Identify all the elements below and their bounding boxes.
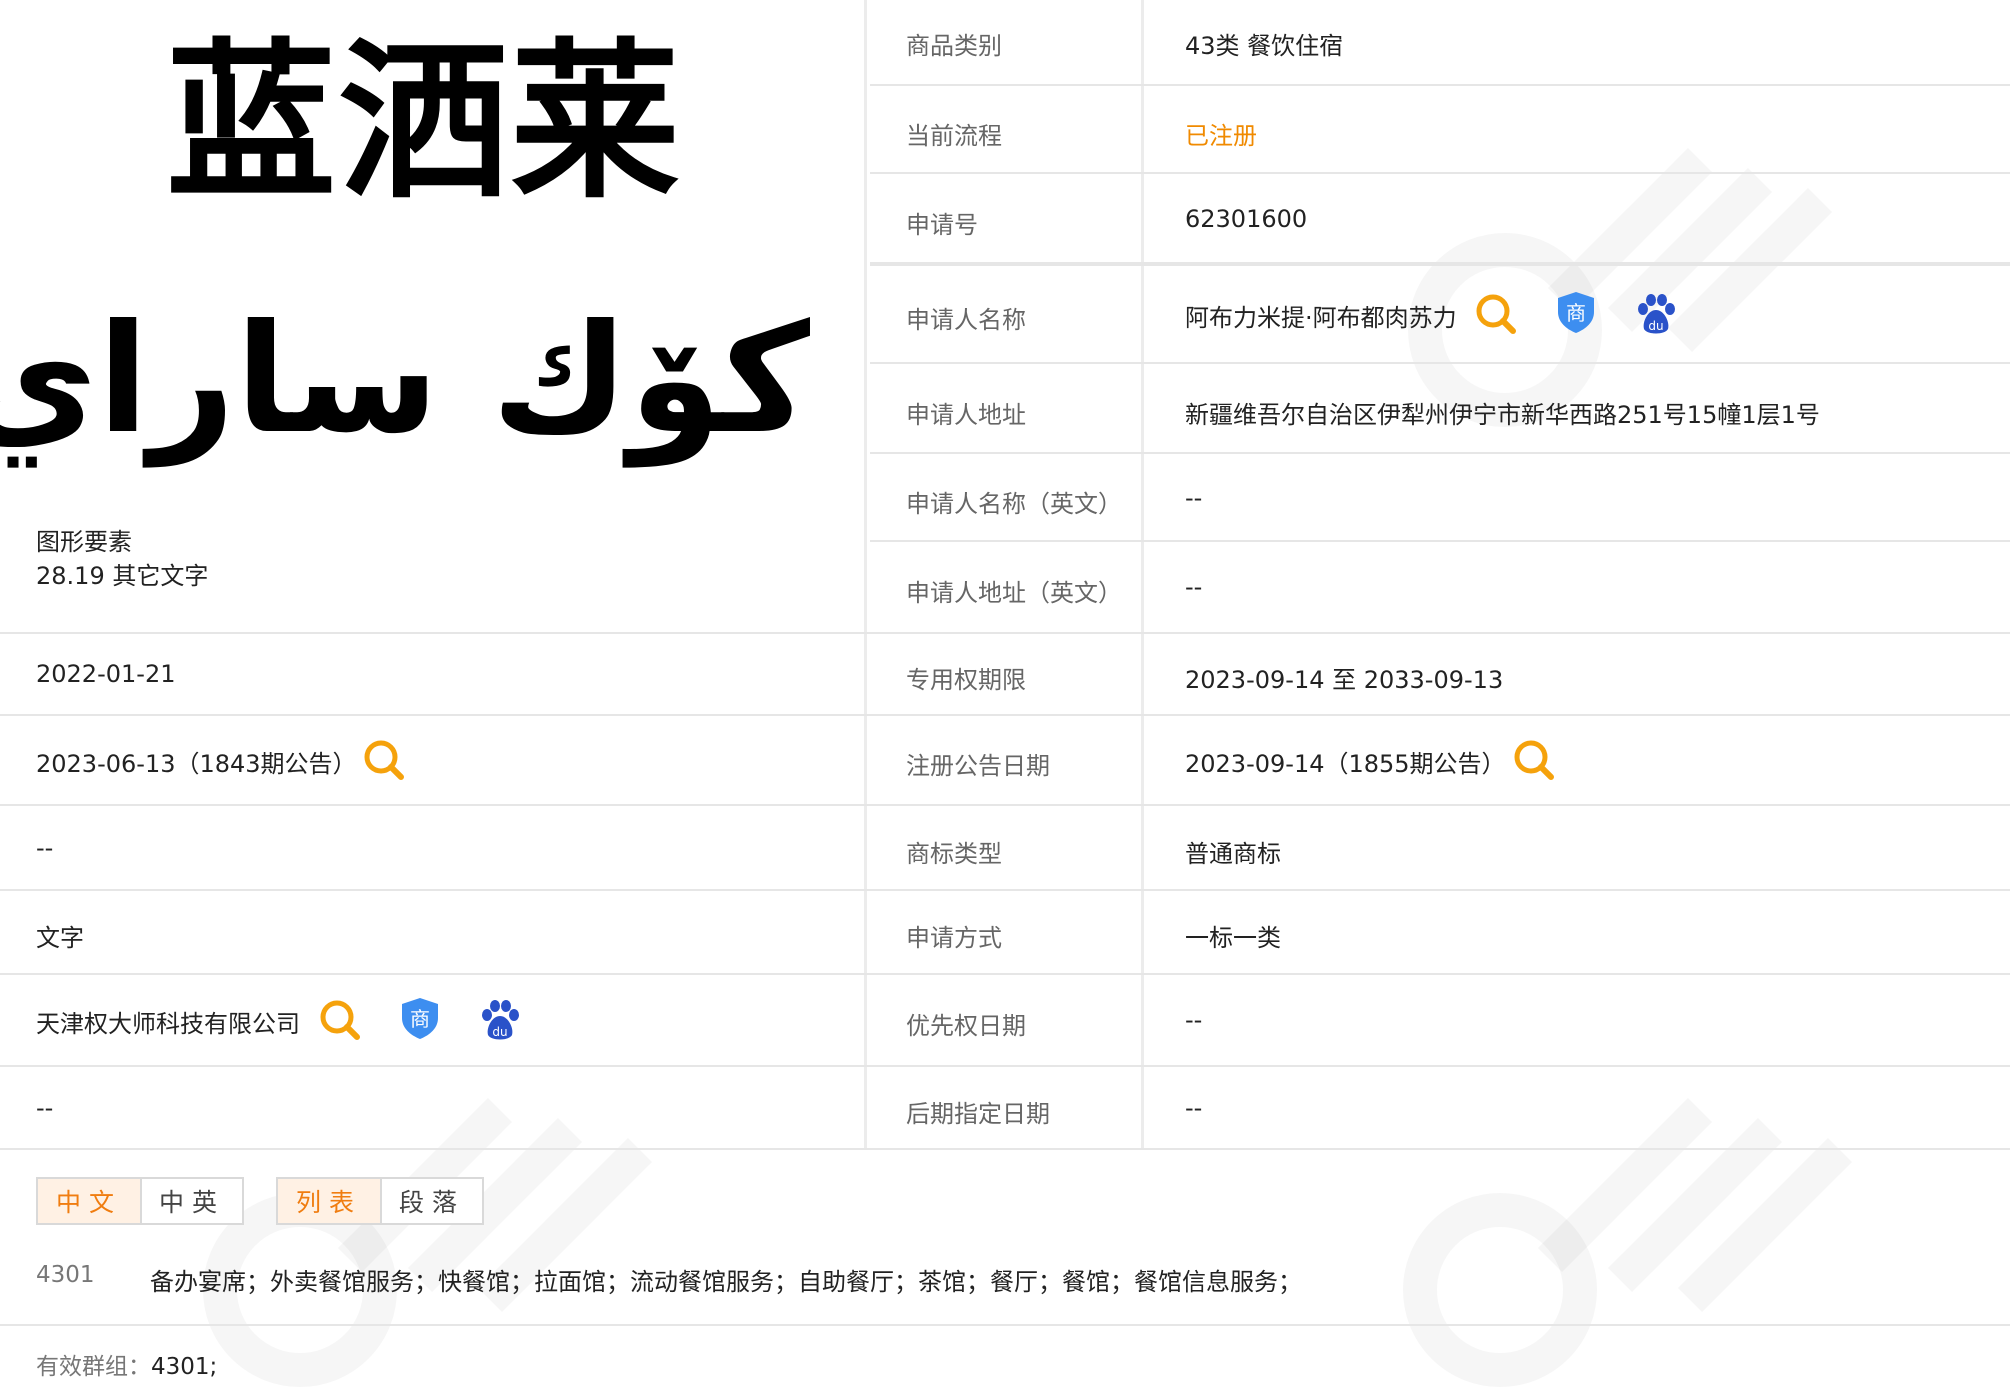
label-priority-date: 优先权日期 (906, 1012, 1026, 1040)
label-applicant-name: 申请人名称 (906, 306, 1026, 334)
goods-group-code: 4301 (36, 1262, 95, 1288)
row-divider (0, 973, 2010, 975)
baidu-paw-icon[interactable]: du (1634, 292, 1678, 336)
svg-text:商: 商 (1566, 301, 1586, 325)
tab-chinese-english[interactable]: 中英 (140, 1177, 244, 1225)
svg-text:du: du (492, 1025, 507, 1039)
row-divider (0, 1065, 2010, 1067)
trademark-image-chinese: 蓝洒莱 (166, 24, 683, 222)
value-applicant-name-en: -- (1185, 484, 1203, 512)
label-goods-class: 商品类别 (906, 32, 1002, 60)
row-divider (0, 889, 2010, 891)
trademark-form: 文字 (36, 924, 84, 952)
status-badge: 已注册 (1185, 122, 1257, 150)
tab-list-view[interactable]: 列表 (276, 1177, 382, 1225)
value-application-number: 62301600 (1185, 205, 1308, 233)
search-icon[interactable] (362, 738, 406, 782)
label-applicant-address: 申请人地址 (906, 401, 1026, 429)
label-applicant-address-en: 申请人地址（英文） (906, 579, 1122, 607)
value-applicant-name[interactable]: 阿布力米提·阿布都肉苏力 (1185, 298, 1457, 333)
row-divider (870, 540, 2010, 542)
row-divider (870, 172, 2010, 174)
label-trademark-type: 商标类型 (906, 840, 1002, 868)
value-registration-announcement: 2023-09-14（1855期公告） (1185, 750, 1506, 778)
tab-chinese[interactable]: 中文 (36, 1177, 142, 1225)
label-exclusive-right-period: 专用权期限 (906, 666, 1026, 694)
column-divider (864, 0, 867, 1150)
value-trademark-type: 普通商标 (1185, 840, 1281, 868)
row-divider (870, 84, 2010, 86)
label-registration-announcement: 注册公告日期 (906, 752, 1050, 780)
value-applicant-address-en: -- (1185, 573, 1203, 601)
valid-group: 有效群组：4301; (36, 1347, 217, 1381)
value-later-designation-date: -- (1185, 1094, 1203, 1122)
value-exclusive-right-period: 2023-09-14 至 2033-09-13 (1185, 666, 1504, 694)
agency-name[interactable]: 天津权大师科技有限公司 (36, 1004, 300, 1039)
international-registration-date: -- (36, 834, 54, 862)
preliminary-announcement: 2023-06-13（1843期公告） (36, 750, 357, 778)
row-divider (870, 362, 2010, 364)
label-applicant-name-en: 申请人名称（英文） (906, 490, 1122, 518)
value-application-method: 一标一类 (1185, 924, 1281, 952)
row-divider (870, 452, 2010, 454)
search-icon[interactable] (1474, 292, 1518, 336)
row-divider (0, 1324, 2010, 1326)
valid-group-value: 4301; (151, 1354, 218, 1380)
row-divider (0, 804, 2010, 806)
row-divider (0, 632, 2010, 634)
label-current-status: 当前流程 (906, 122, 1002, 150)
row-divider (0, 1148, 2010, 1150)
svg-text:商: 商 (410, 1007, 430, 1031)
value-goods-class: 43类 餐饮住宿 (1185, 32, 1344, 60)
goods-items: 备办宴席；外卖餐馆服务；快餐馆；拉面馆；流动餐馆服务；自助餐厅；茶馆；餐厅；餐馆… (150, 1268, 1302, 1296)
label-later-designation-date: 后期指定日期 (906, 1100, 1050, 1128)
label-application-method: 申请方式 (906, 924, 1002, 952)
application-date: 2022-01-21 (36, 660, 176, 688)
trademark-shield-icon[interactable]: 商 (398, 996, 442, 1040)
tab-paragraph-view[interactable]: 段落 (380, 1177, 484, 1225)
value-priority-date: -- (1185, 1006, 1203, 1034)
search-icon[interactable] (1512, 738, 1556, 782)
figurative-element-value: 28.19 其它文字 (36, 562, 209, 590)
trademark-shield-icon[interactable]: 商 (1554, 290, 1598, 334)
baidu-paw-icon[interactable]: du (478, 998, 522, 1042)
trademark-image-uyghur: كۆك ساراي (0, 293, 810, 467)
row-divider (0, 714, 2010, 716)
svg-text:du: du (1648, 319, 1663, 333)
value-applicant-address: 新疆维吾尔自治区伊犁州伊宁市新华西路251号15幢1层1号 (1185, 401, 1820, 429)
figurative-element-label: 图形要素 (36, 528, 132, 556)
label-application-number: 申请号 (906, 211, 978, 239)
search-icon[interactable] (318, 998, 362, 1042)
row-last-value: -- (36, 1094, 54, 1122)
valid-group-label: 有效群组： (36, 1354, 151, 1380)
row-divider (870, 262, 2010, 266)
